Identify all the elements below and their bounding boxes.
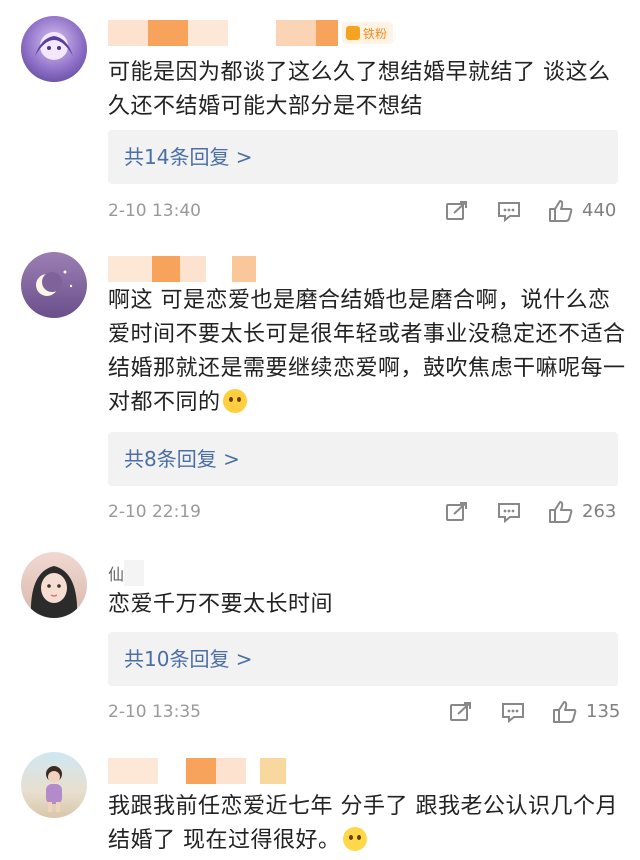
thumbs-up-icon[interactable] xyxy=(548,500,574,524)
comment-text: 可能是因为都谈了这么久了想结婚早就结了 谈这么久还不结婚可能大部分是不想结 xyxy=(108,60,611,119)
fan-badge-icon xyxy=(346,26,360,40)
fan-badge: 铁粉 xyxy=(342,22,394,44)
username-censored[interactable]: 铁粉 xyxy=(108,18,394,48)
comment-icon[interactable] xyxy=(496,199,522,223)
username-censored[interactable] xyxy=(108,254,256,284)
avatar[interactable] xyxy=(21,252,87,318)
happy-face-emoji-icon xyxy=(342,827,367,851)
comment-text: 啊这 可是恋爱也是磨合结婚也是磨合啊，说什么恋爱时间不要太长可是很年轻或者事业没… xyxy=(108,288,626,415)
view-replies-link[interactable]: 共8条回复 > xyxy=(124,432,240,486)
like-count: 135 xyxy=(586,701,621,722)
thumbs-up-icon[interactable] xyxy=(552,700,578,724)
replies-box[interactable]: 共8条回复 > xyxy=(108,432,618,486)
thumbs-up-icon[interactable] xyxy=(548,199,574,223)
repost-icon[interactable] xyxy=(444,199,470,223)
girl-photo-avatar-icon xyxy=(30,566,78,618)
replies-box[interactable]: 共14条回复 > xyxy=(108,130,618,184)
like-count: 440 xyxy=(582,200,617,221)
username-fragment: 仙 xyxy=(108,565,125,584)
comment-meta: 2-10 22:19 263 xyxy=(108,497,628,527)
username-censored[interactable]: 仙 xyxy=(108,558,145,588)
comment-text: 恋爱千万不要太长时间 xyxy=(108,592,334,617)
avatar[interactable] xyxy=(21,752,87,818)
moon-night-avatar-icon xyxy=(36,270,73,296)
comment-meta: 2-10 13:40 440 xyxy=(108,196,628,226)
crying-face-emoji-icon xyxy=(222,389,247,413)
view-replies-link[interactable]: 共10条回复 > xyxy=(124,632,253,686)
avatar[interactable] xyxy=(21,552,87,618)
comment-text: 我跟我前任恋爱近七年 分手了 跟我老公认识几个月结婚了 现在过得很好。 xyxy=(108,794,618,853)
view-replies-link[interactable]: 共14条回复 > xyxy=(124,130,253,184)
comment-meta: 2-10 13:35 135 xyxy=(108,697,628,727)
timestamp: 2-10 13:35 xyxy=(108,702,201,722)
anime-girl-avatar-icon xyxy=(35,32,73,60)
timestamp: 2-10 13:40 xyxy=(108,201,201,221)
repost-icon[interactable] xyxy=(448,700,474,724)
like-count: 263 xyxy=(582,501,617,522)
comment-icon[interactable] xyxy=(496,500,522,524)
comment-icon[interactable] xyxy=(500,700,526,724)
repost-icon[interactable] xyxy=(444,500,470,524)
replies-box[interactable]: 共10条回复 > xyxy=(108,632,618,686)
timestamp: 2-10 22:19 xyxy=(108,502,201,522)
child-beach-avatar-icon xyxy=(46,766,62,812)
username-censored[interactable] xyxy=(108,756,286,786)
avatar[interactable] xyxy=(21,16,87,82)
